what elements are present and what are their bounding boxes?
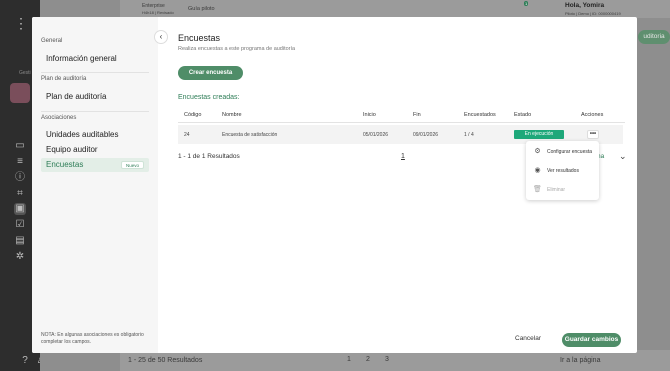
- section-label-general: General: [41, 38, 63, 44]
- modal-sidebar: General Información general Plan de audi…: [32, 17, 158, 353]
- help-icon[interactable]: ?: [19, 355, 31, 367]
- new-badge: Nuevo: [120, 161, 144, 169]
- menu-item-label: Ver resultados: [547, 168, 579, 174]
- monitor-icon[interactable]: ▭: [14, 140, 26, 152]
- save-changes-button[interactable]: Guardar cambios: [562, 333, 621, 347]
- more-actions-button[interactable]: •••: [587, 130, 599, 139]
- background-page-3[interactable]: 3: [385, 356, 389, 363]
- sidebar-item-auditable-units[interactable]: Unidades auditables: [41, 128, 149, 142]
- actions-dropdown-menu: ⚙ Configurar encuesta ◉ Ver resultados 🗑 El…: [526, 141, 599, 200]
- header-name: Nombre: [222, 112, 242, 118]
- background-page-1[interactable]: 1: [347, 356, 351, 363]
- cell-end: 09/01/2026: [413, 132, 439, 138]
- check-icon[interactable]: ☑: [14, 219, 26, 231]
- header-code: Código: [184, 112, 202, 118]
- header-start: Inicio: [363, 112, 376, 118]
- header-actions: Acciones: [581, 112, 604, 118]
- sidebar-item-surveys[interactable]: Encuestas Nuevo: [41, 158, 149, 172]
- menu-item-label: Eliminar: [547, 187, 566, 193]
- divider: [41, 111, 149, 112]
- surveys-modal: General Información general Plan de audi…: [32, 17, 637, 353]
- sidebar-item-audit-team[interactable]: Equipo auditor: [41, 143, 149, 157]
- background-page-2[interactable]: 2: [366, 356, 370, 363]
- page-title: Encuestas: [178, 33, 221, 43]
- background-results: 1 - 25 de 50 Resultados: [128, 357, 203, 364]
- notification-count: 1: [524, 1, 529, 6]
- sidebar-note: NOTA: En algunas asociaciones es obligat…: [41, 332, 144, 345]
- results-count: 1 - 1 de 1 Resultados: [178, 153, 240, 160]
- modal-content: Encuestas Realiza encuestas a este progr…: [158, 17, 637, 353]
- alert-icon[interactable]: ⓘ: [14, 172, 26, 184]
- status-badge: En ejecución: [514, 130, 564, 139]
- brand-label: Enterprise: [142, 3, 165, 9]
- brand-sub: H4h18 | Revisado: [142, 10, 174, 15]
- header-end: Fin: [413, 112, 421, 118]
- report-icon[interactable]: ▤: [14, 235, 26, 247]
- list-icon[interactable]: ≡: [14, 156, 26, 168]
- divider: [41, 72, 149, 73]
- cell-name: Encuesta de satisfacción: [222, 132, 278, 138]
- rail-section-label: Gesti: [19, 70, 31, 76]
- section-label-plan: Plan de auditoría: [41, 76, 87, 82]
- background-footer: 1 - 25 de 50 Resultados 1 2 3 Ir a la pá…: [120, 350, 670, 371]
- menu-item-label: Configurar encuesta: [547, 149, 593, 155]
- eye-icon: ◉: [534, 167, 541, 174]
- settings-icon[interactable]: ✲: [14, 251, 26, 263]
- menu-item-view-results[interactable]: ◉ Ver resultados: [533, 165, 597, 177]
- guide-select[interactable]: Guía piloto: [188, 6, 215, 12]
- menu-item-delete[interactable]: 🗑 Eliminar: [533, 184, 597, 196]
- header-status: Estado: [514, 112, 532, 118]
- sidebar-item-general-info[interactable]: Información general: [41, 52, 149, 66]
- cell-code: 24: [184, 132, 190, 138]
- cell-start: 05/01/2026: [363, 132, 389, 138]
- background-goto: Ir a la página: [560, 357, 601, 364]
- sidebar-item-audit-plan[interactable]: Plan de auditoría: [41, 90, 149, 104]
- module-icon[interactable]: [10, 83, 30, 103]
- audit-icon[interactable]: ▣: [14, 203, 26, 215]
- table-header: Código Nombre Inicio Fin Encuestados Est…: [178, 110, 625, 123]
- chevron-down-icon[interactable]: ⌄: [619, 151, 627, 162]
- page-number-1[interactable]: 1: [401, 153, 405, 160]
- sidebar-item-label: Encuestas: [46, 160, 84, 169]
- greeting: Hola, Yomira: [565, 2, 605, 9]
- background-pill-button[interactable]: uditoria: [638, 30, 670, 44]
- menu-item-configure[interactable]: ⚙ Configurar encuesta: [533, 146, 597, 158]
- gear-icon: ⚙: [534, 148, 541, 155]
- create-survey-button[interactable]: Crear encuesta: [178, 66, 243, 80]
- section-label-associations: Asociaciones: [41, 115, 77, 121]
- user-meta: Piloto | Demo | ID: 0000000419: [565, 11, 621, 16]
- trash-icon: 🗑: [533, 186, 542, 193]
- flow-icon[interactable]: ⌗: [14, 188, 26, 200]
- cell-surveyed: 1 / 4: [464, 132, 474, 138]
- apps-grid-icon[interactable]: ⋮⋮: [14, 16, 42, 30]
- background-topbar: Enterprise H4h18 | Revisado Guía piloto …: [120, 0, 670, 18]
- cancel-button[interactable]: Cancelar: [515, 335, 541, 342]
- header-surveyed: Encuestados: [464, 112, 496, 118]
- created-surveys-label: Encuestas creadas:: [178, 94, 240, 101]
- page-subtitle: Realiza encuestas a este programa de aud…: [178, 46, 296, 52]
